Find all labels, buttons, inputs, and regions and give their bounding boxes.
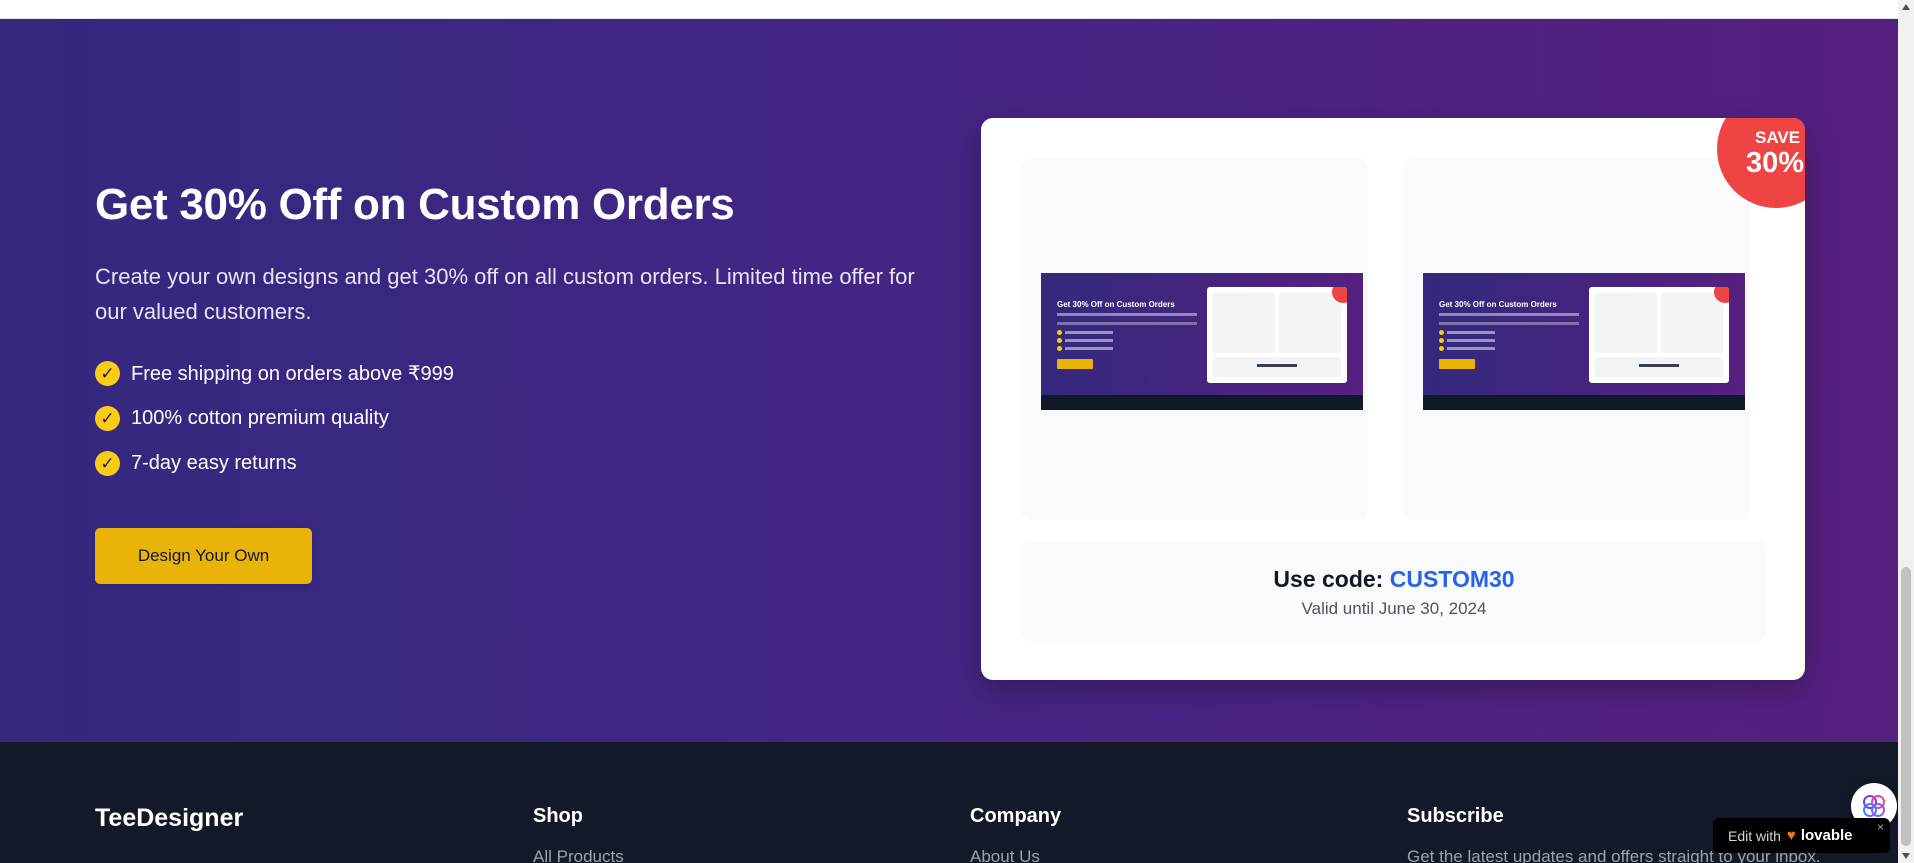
feature-item: ✓ Free shipping on orders above ₹999 (95, 351, 915, 396)
preview-title: Get 30% Off on Custom Orders (1439, 300, 1557, 309)
footer-column-shop: Shop All Products (533, 805, 624, 863)
preview-title: Get 30% Off on Custom Orders (1057, 300, 1175, 309)
preview-thumbnail[interactable]: Get 30% Off on Custom Orders (1403, 158, 1750, 520)
save-badge-value: 30% (1746, 147, 1805, 179)
vertical-scrollbar[interactable] (1898, 0, 1914, 863)
heart-icon: ♥ (1786, 827, 1796, 844)
save-badge-label: SAVE (1755, 128, 1801, 147)
close-icon[interactable]: × (1877, 820, 1884, 834)
promo-code-box: Use code: CUSTOM30 Valid until June 30, … (1021, 541, 1767, 641)
promo-code-line: Use code: CUSTOM30 (1021, 566, 1767, 593)
preview-image: Get 30% Off on Custom Orders (1041, 273, 1363, 410)
edit-with-lovable-badge[interactable]: Edit with ♥ lovable × (1713, 818, 1890, 853)
footer-heading: Shop (533, 805, 583, 827)
promo-code[interactable]: CUSTOM30 (1390, 566, 1515, 592)
scroll-up-icon[interactable] (1902, 4, 1910, 10)
feature-item: ✓ 7-day easy returns (95, 441, 915, 486)
promo-title: Get 30% Off on Custom Orders (95, 180, 735, 229)
preview-thumbnail[interactable]: Get 30% Off on Custom Orders (1021, 158, 1368, 520)
feature-text: 7-day easy returns (131, 452, 297, 474)
check-icon: ✓ (95, 451, 120, 476)
preview-image: Get 30% Off on Custom Orders (1423, 273, 1745, 410)
footer-link[interactable]: About Us (970, 847, 1061, 863)
offer-card: Get 30% Off on Custom Orders Get 30% Off… (981, 118, 1805, 680)
promo-content: Get 30% Off on Custom Orders Create your… (95, 179, 915, 584)
promo-description: Create your own designs and get 30% off … (95, 264, 915, 324)
validity-text: Valid until June 30, 2024 (1301, 599, 1487, 618)
promo-section: Get 30% Off on Custom Orders Create your… (0, 19, 1898, 742)
edit-label: Edit with (1728, 827, 1781, 844)
check-icon: ✓ (95, 361, 120, 386)
design-your-own-button[interactable]: Design Your Own (95, 528, 312, 584)
code-label: Use code: (1273, 566, 1384, 592)
feature-list: ✓ Free shipping on orders above ₹999 ✓ 1… (95, 351, 915, 486)
brain-icon (1863, 795, 1885, 817)
footer-brand[interactable]: TeeDesigner (95, 804, 243, 833)
check-icon: ✓ (95, 406, 120, 431)
feature-text: 100% cotton premium quality (131, 407, 389, 429)
feature-item: ✓ 100% cotton premium quality (95, 396, 915, 441)
footer-heading: Company (970, 805, 1062, 827)
scrollbar-thumb[interactable] (1901, 567, 1911, 846)
scroll-down-icon[interactable] (1902, 853, 1910, 859)
site-footer: TeeDesigner Shop All Products Company Ab… (0, 742, 1898, 863)
lovable-brand: lovable (1800, 827, 1853, 844)
footer-column-company: Company About Us (970, 805, 1061, 863)
feature-text: Free shipping on orders above ₹999 (131, 363, 454, 385)
top-bar (0, 0, 1898, 19)
footer-link[interactable]: All Products (533, 847, 624, 863)
